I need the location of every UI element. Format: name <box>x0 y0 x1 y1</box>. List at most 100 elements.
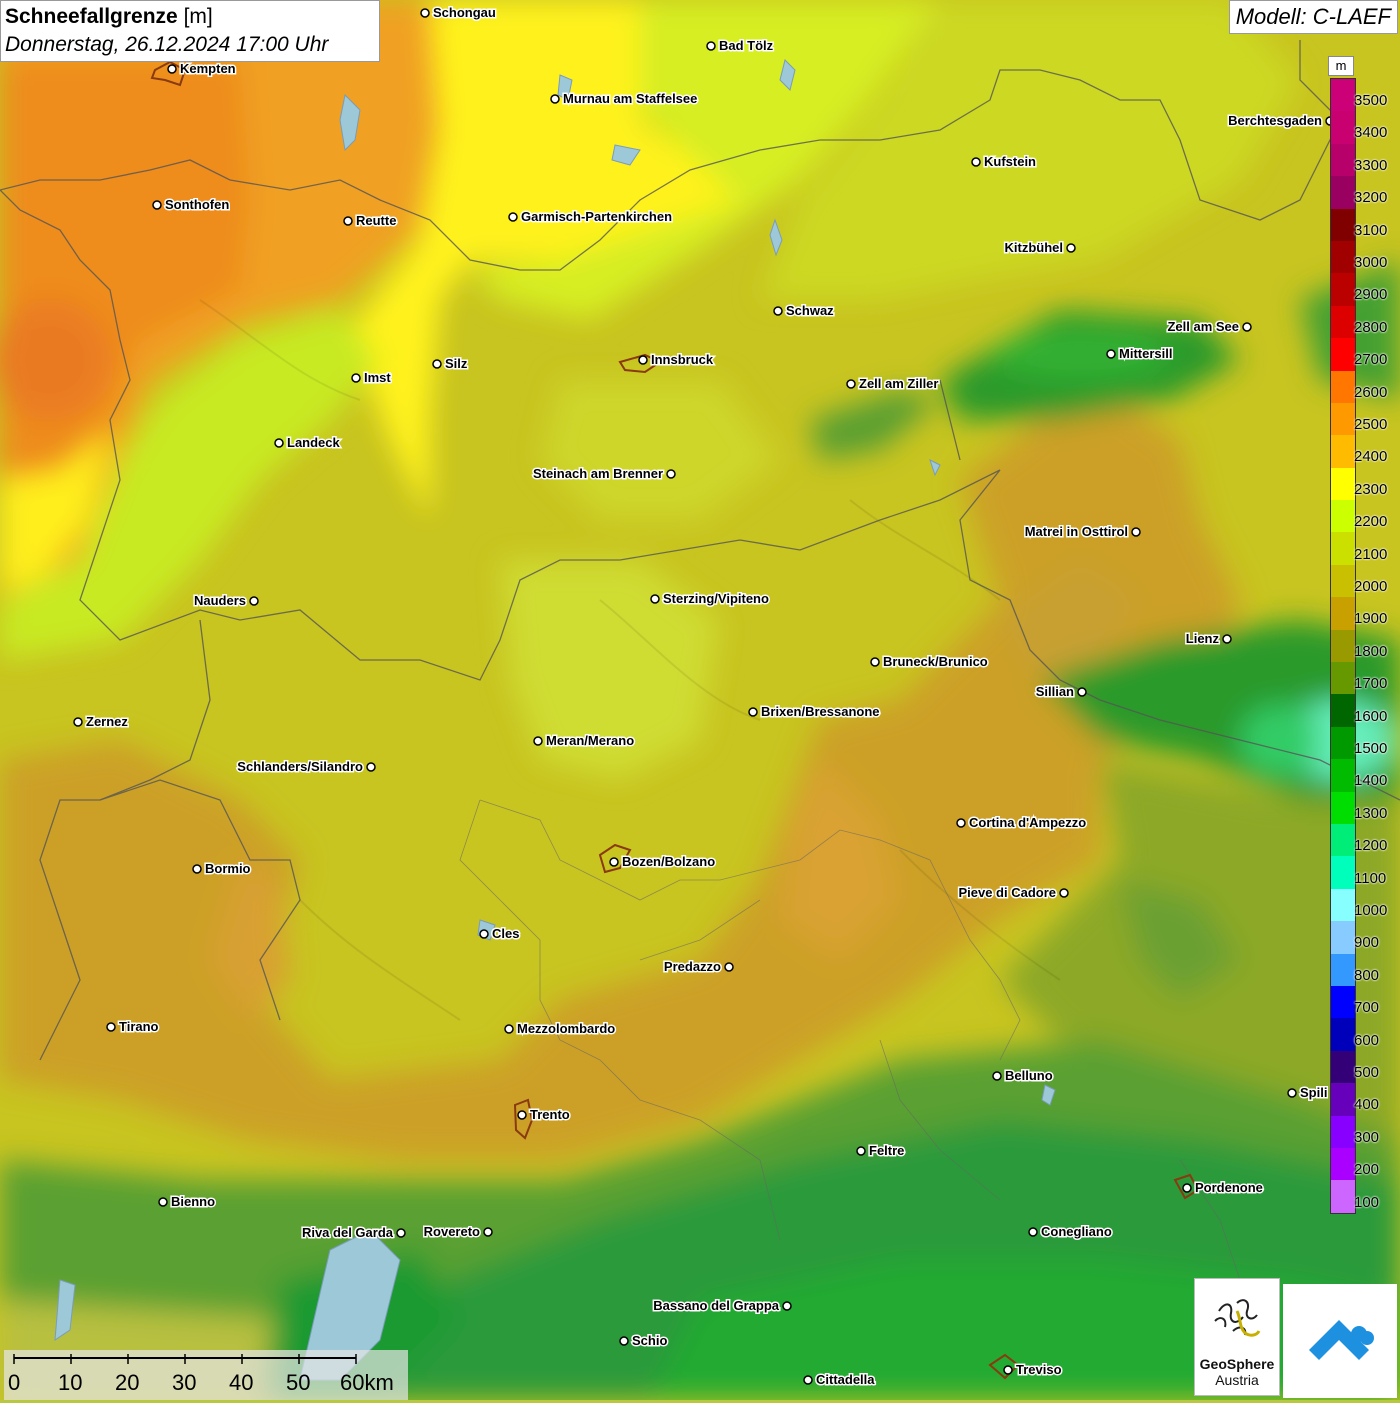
city-label: Kufstein <box>984 154 1036 169</box>
legend-swatch <box>1331 111 1355 144</box>
city-dot <box>1066 243 1076 253</box>
city-dot <box>1059 888 1069 898</box>
map-datetime: Donnerstag, 26.12.2024 17:00 Uhr <box>5 33 329 56</box>
scale-label-60km: 60km <box>340 1370 394 1395</box>
legend-swatch <box>1331 176 1355 209</box>
city-label: Landeck <box>287 435 341 450</box>
city-dot <box>773 306 783 316</box>
city-label: Schlanders/Silandro <box>237 759 363 774</box>
city-label: Cortina d'Ampezzo <box>969 815 1086 830</box>
city-label: Brixen/Bressanone <box>761 704 880 719</box>
city-dot <box>1077 687 1087 697</box>
geosphere-text: GeoSphere <box>1199 1356 1275 1372</box>
city-dot <box>1131 527 1141 537</box>
city-marker: Brixen/Bressanone <box>748 703 881 721</box>
city-dot <box>971 157 981 167</box>
legend-swatch <box>1331 240 1355 274</box>
legend-swatch <box>1331 467 1355 501</box>
city-dot <box>533 736 543 746</box>
title-main: Schneefallgrenze <box>5 5 178 28</box>
city-label: Lienz <box>1186 631 1220 646</box>
city-dot <box>782 1301 792 1311</box>
legend-label: 1500 <box>1354 740 1388 757</box>
legend-swatch <box>1331 564 1355 598</box>
city-label: Rovereto <box>424 1224 480 1239</box>
city-label: Predazzo <box>664 959 721 974</box>
city-label: Schongau <box>433 5 496 20</box>
city-label: Imst <box>364 370 391 385</box>
city-dot <box>724 962 734 972</box>
city-label: Schwaz <box>786 303 834 318</box>
legend: m 3500 3400 3300 3200 3100 3000 2900 2800 2700 26… <box>1328 56 1400 1214</box>
city-dot <box>517 1110 527 1120</box>
city-dot <box>1182 1183 1192 1193</box>
legend-label: 1600 <box>1354 707 1388 725</box>
legend-label: 2400 <box>1354 448 1388 466</box>
city-label: Kitzbühel <box>1005 240 1064 255</box>
city-label: Steinach am Brenner <box>533 466 663 481</box>
legend-swatch <box>1331 629 1355 663</box>
city-marker: Bozen/Bolzano <box>609 853 717 871</box>
legend-swatch <box>1331 402 1355 436</box>
city-label: Treviso <box>1016 1362 1062 1377</box>
city-label: Reutte <box>356 213 396 228</box>
legend-label: 2100 <box>1354 545 1388 563</box>
city-dot <box>846 379 856 389</box>
city-label: Cles <box>492 926 519 941</box>
legend-swatch <box>1331 143 1355 177</box>
city-marker: Innsbruck <box>638 351 715 369</box>
city-dot <box>1003 1365 1013 1375</box>
legend-label: 1800 <box>1354 642 1388 660</box>
city-label: Matrei in Osttirol <box>1025 524 1128 539</box>
legend-swatch <box>1331 273 1355 306</box>
geosphere-logo[interactable]: GeoSphere Austria <box>1194 1278 1280 1396</box>
legend-label: 700 <box>1354 999 1380 1017</box>
scale-label-30: 30 <box>172 1370 197 1395</box>
legend-swatch <box>1331 1115 1355 1148</box>
city-marker: Bassano del Grappa <box>652 1297 792 1315</box>
city-label: Garmisch-Partenkirchen <box>521 209 672 224</box>
city-dot <box>396 1228 406 1238</box>
city-label: Pieve di Cadore <box>958 885 1056 900</box>
city-marker: Garmisch-Partenkirchen <box>508 208 674 226</box>
legend-swatch <box>1331 370 1355 403</box>
city-dot <box>550 94 560 104</box>
city-label: Belluno <box>1005 1068 1053 1083</box>
scale-label-20: 20 <box>115 1370 140 1395</box>
legend-label: 3200 <box>1354 189 1388 207</box>
legend-label: 1700 <box>1354 675 1388 693</box>
scale-label-50: 50 <box>286 1370 311 1395</box>
city-dot <box>508 212 518 222</box>
city-dot <box>167 64 177 74</box>
city-dot <box>106 1022 116 1032</box>
map-title: Schneefallgrenze [m] <box>5 3 375 31</box>
city-dot <box>992 1071 1002 1081</box>
snowfall-line-map: Schongau Kempten Bad Tölz Murnau am Staffel… <box>0 0 1400 1400</box>
city-dot <box>504 1024 514 1034</box>
city-label: Sterzing/Vipiteno <box>663 591 769 606</box>
city-label: Berchtesgaden <box>1228 113 1322 128</box>
legend-swatch <box>1331 79 1355 112</box>
scale-bar: 0 10 20 30 40 50 60km <box>4 1350 408 1400</box>
city-dot <box>152 200 162 210</box>
city-label: Mezzolombardo <box>517 1021 615 1036</box>
city-marker: Riva del Garda <box>300 1224 406 1242</box>
city-label: Nauders <box>194 593 246 608</box>
city-label: Sonthofen <box>165 197 229 212</box>
legend-swatch <box>1331 953 1355 986</box>
legend-swatch <box>1331 726 1355 760</box>
legend-label: 3000 <box>1354 254 1388 271</box>
city-dot <box>619 1336 629 1346</box>
city-label: Tirano <box>119 1019 159 1034</box>
city-dot <box>343 216 353 226</box>
legend-label: 100 <box>1354 1193 1380 1211</box>
app-logo[interactable] <box>1283 1284 1397 1398</box>
legend-swatch <box>1331 823 1355 857</box>
geosphere-emblem-icon <box>1214 1299 1261 1337</box>
legend-label: 3500 <box>1354 92 1388 109</box>
legend-swatch <box>1331 208 1355 241</box>
city-dot <box>432 359 442 369</box>
city-dot <box>73 717 83 727</box>
city-label: Conegliano <box>1041 1224 1112 1239</box>
legend-label: 1000 <box>1354 902 1388 919</box>
